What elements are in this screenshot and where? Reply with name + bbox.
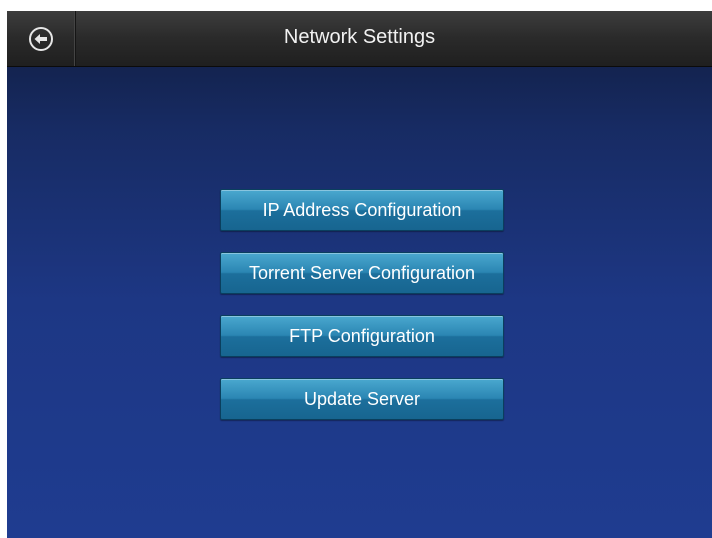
settings-menu: IP Address Configuration Torrent Server … [220, 189, 506, 441]
back-arrow-circle-icon[interactable] [28, 26, 54, 52]
page-title: Network Settings [283, 26, 436, 48]
ip-address-configuration-button[interactable]: IP Address Configuration [220, 189, 504, 231]
network-settings-screen: Network Settings IP Address Configuratio… [7, 11, 712, 538]
torrent-server-configuration-button[interactable]: Torrent Server Configuration [220, 252, 504, 294]
update-server-button[interactable]: Update Server [220, 378, 504, 420]
header-bar: Network Settings [7, 11, 712, 67]
back-button[interactable] [7, 11, 76, 66]
ftp-configuration-button[interactable]: FTP Configuration [220, 315, 504, 357]
